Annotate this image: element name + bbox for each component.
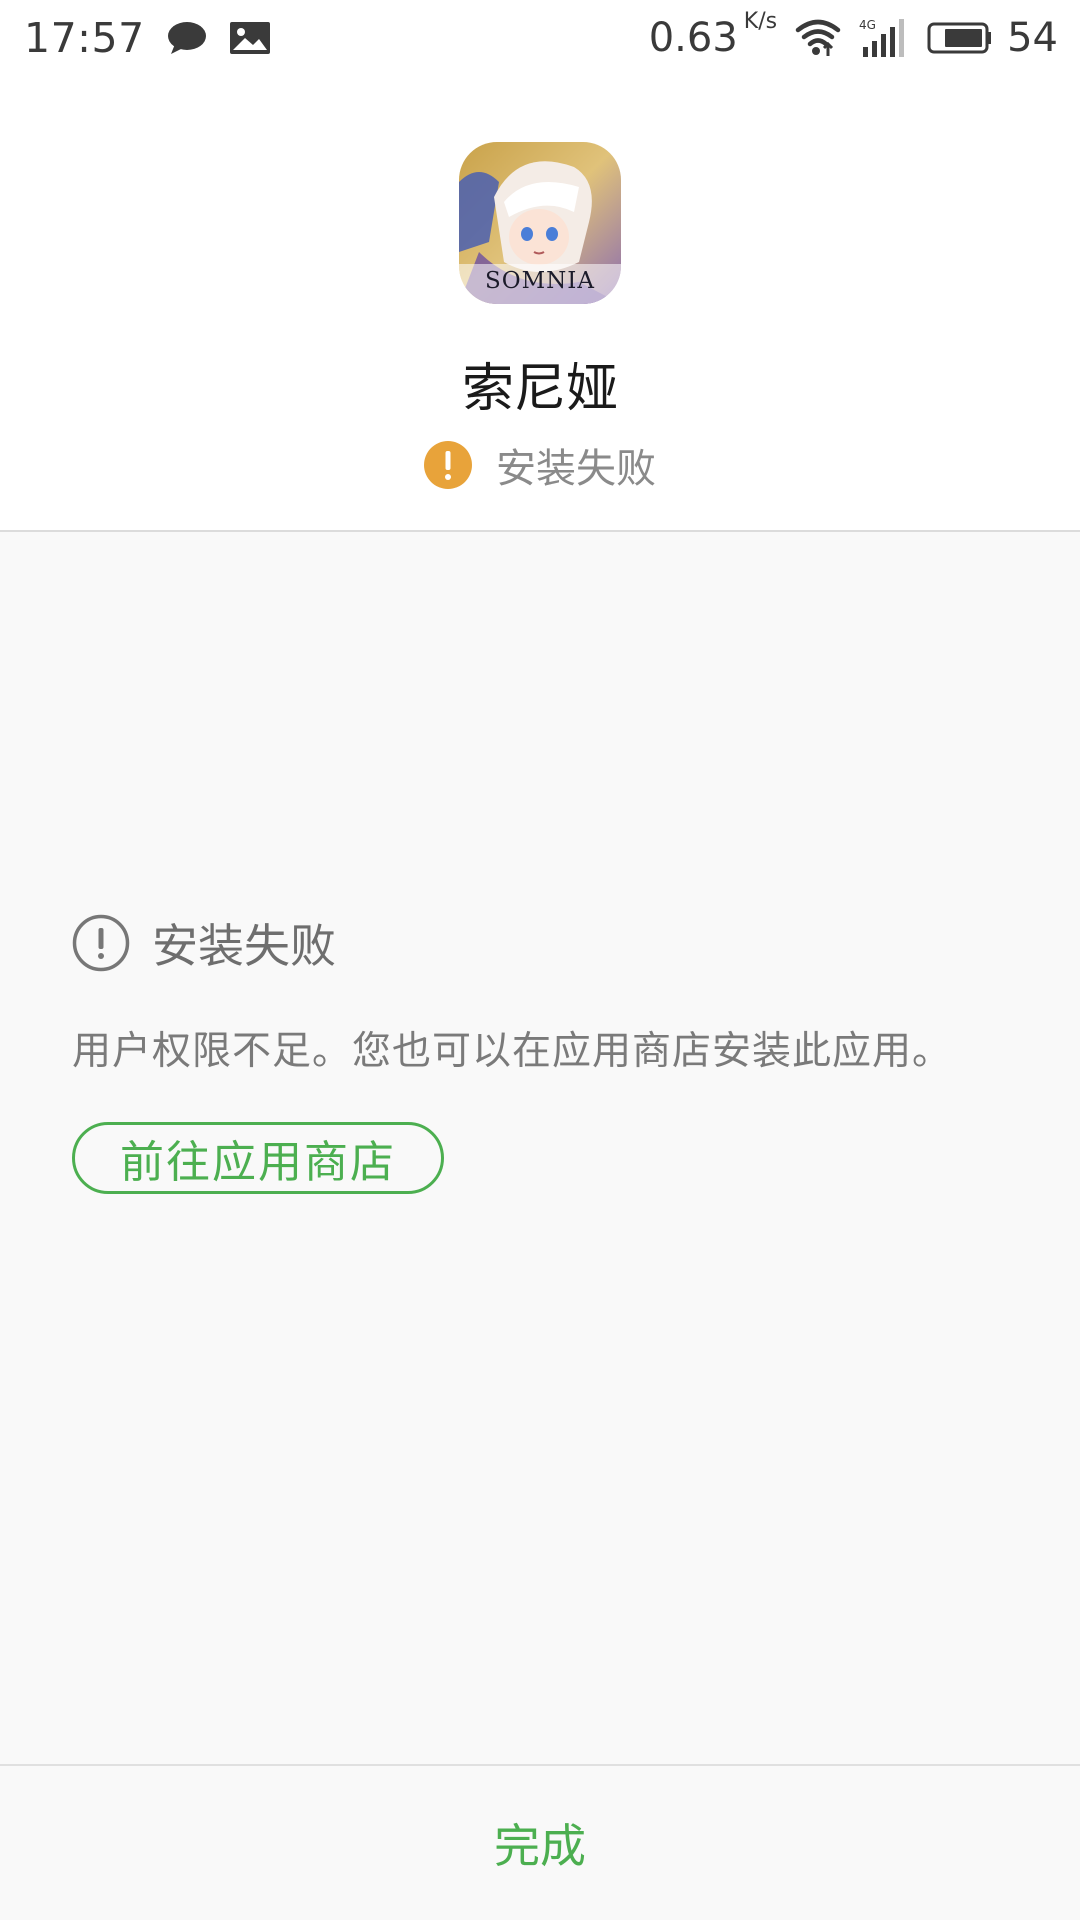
status-bar-right: 0.63 K/s 4G 54 <box>648 9 1058 61</box>
warning-outline-icon <box>72 914 130 972</box>
error-details: 安装失败 用户权限不足。您也可以在应用商店安装此应用。 前往应用商店 <box>72 910 1012 1194</box>
warning-badge-icon <box>424 441 472 489</box>
battery-level: 54 <box>1007 15 1058 61</box>
network-speed: 0.63 K/s <box>648 9 777 61</box>
status-time: 17:57 <box>24 14 145 62</box>
go-to-app-store-button[interactable]: 前往应用商店 <box>72 1122 444 1194</box>
footer-bar: 完成 <box>0 1764 1080 1920</box>
app-icon-text: SOMNIA <box>485 268 595 294</box>
error-title-row: 安装失败 <box>72 910 1012 976</box>
done-button[interactable]: 完成 <box>434 1790 646 1896</box>
app-icon: SOMNIA <box>459 142 621 304</box>
status-bar: 17:57 0.63 K/s 4G 54 <box>0 0 1080 76</box>
installer-screen: 17:57 0.63 K/s 4G 54 SOMNIA 索尼娅 安装失败 安装失… <box>0 0 1080 1920</box>
network-speed-value: 0.63 <box>648 15 738 61</box>
error-title: 安装失败 <box>152 919 336 973</box>
network-speed-unit: K/s <box>743 9 778 34</box>
status-bar-left: 17:57 <box>24 14 271 62</box>
app-header: SOMNIA 索尼娅 安装失败 <box>0 76 1080 532</box>
wifi-icon <box>795 18 841 58</box>
battery-icon <box>927 21 993 55</box>
install-status-text: 安装失败 <box>496 446 656 492</box>
image-icon <box>229 21 271 55</box>
network-type-label: 4G <box>859 18 876 32</box>
error-message: 用户权限不足。您也可以在应用商店安装此应用。 <box>72 1029 953 1074</box>
app-name: 索尼娅 <box>461 359 618 419</box>
install-status-row: 安装失败 <box>0 436 1080 494</box>
chat-bubble-icon <box>167 20 207 56</box>
cellular-signal-icon: 4G <box>859 17 909 59</box>
